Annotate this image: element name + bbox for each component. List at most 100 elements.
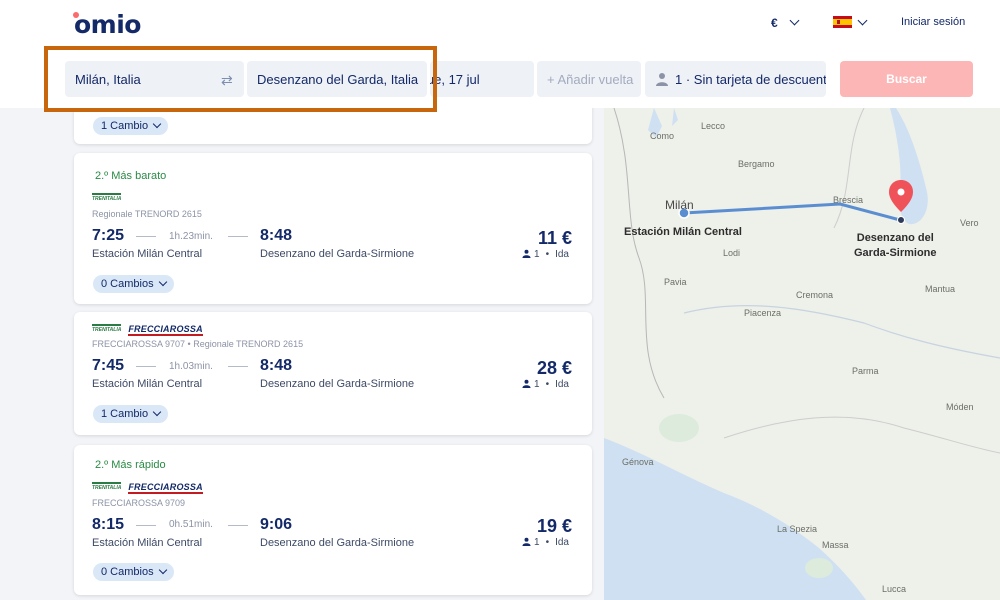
person-icon [656, 73, 668, 86]
pax-count: 1 [534, 537, 540, 548]
frecciarossa-logo: FRECCIAROSSA [128, 324, 203, 336]
passengers-label: 1 · Sin tarjeta de descuento [675, 72, 826, 87]
destination-input[interactable]: Desenzano del Garda, Italia [247, 61, 427, 97]
divider [228, 236, 248, 237]
divider [136, 366, 156, 367]
departure-time: 8:15 [92, 516, 125, 533]
origin-label: Estación Milán Central [624, 226, 742, 238]
search-button[interactable]: Buscar [840, 61, 973, 97]
spain-flag-icon[interactable] [833, 16, 852, 28]
changes-label: 1 Cambio [101, 120, 149, 132]
region-border-line [723, 416, 1000, 454]
destination-label-line: Garda-Sirmione [854, 247, 937, 259]
lake-shape [672, 108, 678, 126]
swap-icon[interactable]: ⇄ [221, 72, 233, 89]
chevron-down-icon [158, 277, 167, 287]
changes-chip[interactable]: 0 Cambios [93, 563, 174, 581]
river-line [683, 304, 1000, 359]
return-date-input[interactable]: + Añadir vuelta [537, 61, 641, 97]
header: omio € Iniciar sesión Milán, Italia ⇄ De… [0, 0, 1000, 112]
departure-date-input[interactable]: jue, 17 jul [430, 61, 534, 97]
operator-logos: TRENITALIA FRECCIAROSSA [92, 324, 203, 336]
map-place-label: La Spezia [777, 524, 818, 534]
cheapest-badge: 2.º Más barato [95, 170, 167, 182]
arrival-station: Desenzano del Garda-Sirmione [260, 248, 415, 260]
trenitalia-logo: TRENITALIA [92, 324, 122, 333]
passengers-selector[interactable]: 1 · Sin tarjeta de descuento [645, 61, 826, 97]
changes-chip[interactable]: 1 Cambio [93, 117, 169, 135]
border-line [613, 108, 665, 399]
park-shape [659, 414, 699, 442]
pax-count: 1 [534, 249, 540, 260]
arrival-time: 9:06 [260, 516, 293, 533]
location-pin-dot [897, 188, 905, 196]
departure-station: Estación Milán Central [92, 378, 203, 390]
chevron-down-icon[interactable] [857, 15, 868, 26]
map-place-label: Cremona [796, 290, 834, 300]
destination-label-line: Desenzano del [856, 232, 934, 244]
changes-chip[interactable]: 0 Cambios [93, 275, 174, 293]
changes-chip[interactable]: 1 Cambio [93, 405, 169, 423]
operator-label: FRECCIAROSSA 9709 [92, 498, 186, 508]
departure-time: 7:45 [92, 357, 125, 374]
map-place-label: Como [650, 131, 675, 141]
price: 11 € [537, 228, 572, 248]
departure-station: Estación Milán Central [92, 248, 203, 260]
frecciarossa-logo: FRECCIAROSSA [128, 482, 203, 494]
changes-label: 0 Cambios [101, 278, 154, 290]
chevron-down-icon [152, 407, 162, 417]
arrival-time: 8:48 [260, 227, 293, 244]
operator-label: FRECCIAROSSA 9707 • Regionale TRENORD 26… [92, 339, 304, 349]
chevron-down-icon[interactable] [789, 15, 800, 26]
divider [228, 366, 248, 367]
divider [136, 525, 156, 526]
divider [136, 236, 156, 237]
duration: 1h.03min. [169, 361, 213, 372]
lake-garda-shape [890, 108, 928, 225]
arrival-station: Desenzano del Garda-Sirmione [260, 537, 415, 549]
operator-logos: TRENITALIA [92, 193, 128, 204]
passenger-info: 1 • Ida [522, 249, 569, 260]
passenger-info: 1 • Ida [522, 379, 569, 390]
map-place-label: Lodi [723, 248, 741, 258]
park-shape [805, 558, 833, 578]
trip-type: Ida [555, 249, 569, 260]
chevron-down-icon [152, 119, 162, 129]
map-place-label: Mantua [925, 284, 956, 294]
person-icon [522, 249, 531, 258]
trip-type: Ida [555, 537, 569, 548]
person-icon [522, 379, 531, 388]
route-line [683, 202, 901, 222]
arrival-time: 8:48 [260, 357, 293, 374]
omio-logo[interactable]: omio [74, 10, 141, 39]
map-place-label: Milán [665, 198, 694, 212]
trip-type: Ida [555, 379, 569, 390]
trenitalia-logo: TRENITALIA [92, 193, 122, 202]
map-place-label: Lecco [701, 121, 726, 131]
map-place-label: Lucca [882, 584, 907, 594]
chevron-down-icon [158, 565, 167, 575]
arrival-station: Desenzano del Garda-Sirmione [260, 378, 415, 390]
changes-label: 1 Cambio [101, 408, 149, 420]
price: 28 € [536, 358, 572, 378]
map-place-label: Móden [946, 402, 974, 412]
pax-count: 1 [534, 379, 540, 390]
map-place-label: Génova [622, 457, 654, 467]
trenitalia-logo: TRENITALIA [92, 482, 122, 491]
origin-input[interactable]: Milán, Italia [65, 61, 244, 97]
price: 19 € [536, 516, 572, 536]
passenger-info: 1 • Ida [522, 537, 569, 548]
login-link[interactable]: Iniciar sesión [901, 16, 965, 28]
changes-label: 0 Cambios [101, 566, 154, 578]
map-place-label: Brescia [833, 195, 864, 205]
route-map[interactable]: Como Lecco Bergamo Brescia Vero Milán Es… [604, 108, 1000, 600]
divider [228, 525, 248, 526]
map-place-label: Massa [822, 540, 849, 550]
destination-dot [897, 216, 905, 224]
map-place-label: Bergamo [738, 159, 775, 169]
destination-label: Desenzano del Garda-Sirmione [854, 231, 937, 261]
departure-time: 7:25 [92, 227, 125, 244]
currency-selector[interactable]: € [771, 16, 778, 30]
person-icon [522, 537, 531, 546]
duration: 1h.23min. [169, 231, 213, 242]
